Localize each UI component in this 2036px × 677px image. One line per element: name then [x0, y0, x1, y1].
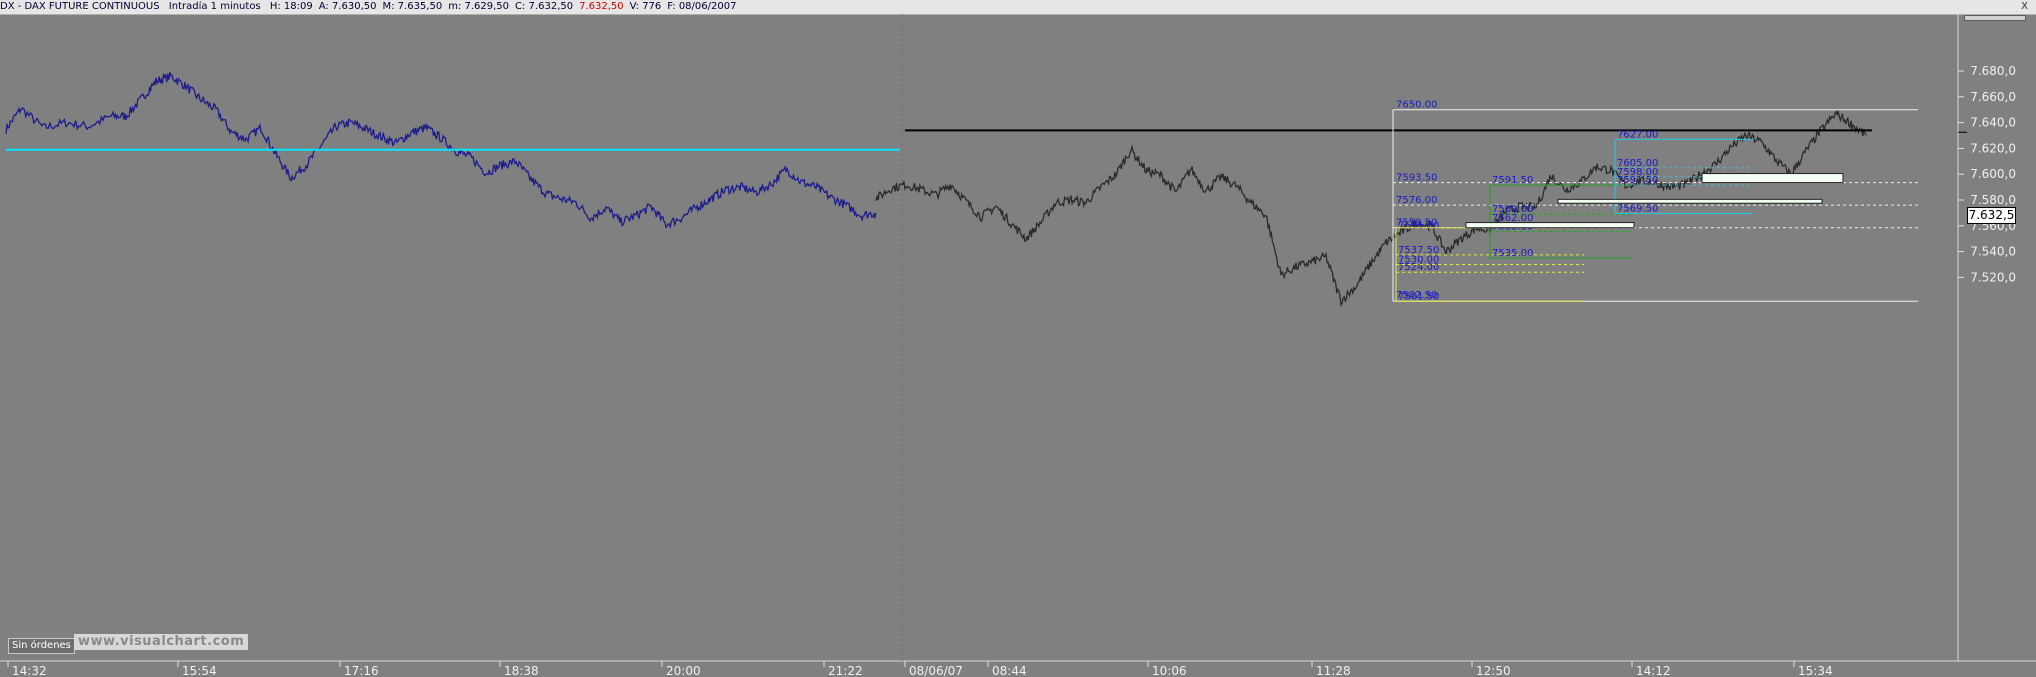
fib-label: 7593.50: [1396, 173, 1437, 184]
x-tick-label: 21:22: [828, 664, 863, 677]
x-tick-label: 10:06: [1152, 664, 1187, 677]
x-tick-label: 15:54: [182, 664, 217, 677]
y-tick-label: 7.540,0: [1970, 245, 2016, 259]
x-tick-label: 14:12: [1636, 664, 1671, 677]
x-tick-label: 17:16: [344, 664, 379, 677]
x-tick-label: 08/06/07: [909, 664, 963, 677]
fib-label: 7524.00: [1398, 262, 1439, 273]
x-tick-label: 12:50: [1476, 664, 1511, 677]
visualchart-watermark[interactable]: www.visualchart.com: [74, 634, 249, 650]
fib-label: 7627.00: [1617, 129, 1658, 140]
fib-label: 7576.00: [1396, 195, 1437, 206]
y-tick-label: 7.640,0: [1970, 116, 2016, 130]
y-tick-label: 7.660,0: [1970, 90, 2016, 104]
zone-rectangle[interactable]: [1557, 198, 1823, 204]
y-tick-label: 7.680,0: [1970, 64, 2016, 78]
x-tick-label: 20:00: [666, 664, 701, 677]
zone-rectangle[interactable]: [1465, 222, 1635, 229]
fib-label: 7501.50: [1398, 291, 1439, 302]
fib-label: 7569.50: [1617, 204, 1658, 215]
fib-label: 7650.00: [1396, 100, 1437, 111]
y-tick-label: 7.580,0: [1970, 193, 2016, 207]
fib-label: 7556.50: [1398, 220, 1439, 231]
orders-status-label[interactable]: Sin órdenes: [8, 638, 75, 654]
y-tick-label: 7.620,0: [1970, 141, 2016, 155]
fib-label: 7591.50: [1617, 175, 1658, 186]
x-tick-label: 18:38: [504, 664, 539, 677]
y-tick-label: 7.520,0: [1970, 270, 2016, 284]
x-tick-label: 08:44: [992, 664, 1027, 677]
fib-label: 7591.50: [1492, 175, 1533, 186]
x-tick-label: 14:32: [12, 664, 47, 677]
x-tick-label: 11:28: [1316, 664, 1351, 677]
fib-label: 7535.00: [1492, 248, 1533, 259]
current-price-tag: 7.632,5: [1967, 207, 2016, 224]
zone-rectangle[interactable]: [1701, 173, 1844, 184]
x-tick-label: 15:34: [1798, 664, 1833, 677]
price-chart[interactable]: 7.680,0 7.660,0 7.640,0 7.620,0 7.600,0 7.580…: [0, 0, 2036, 677]
current-day-price-line: [875, 108, 1867, 308]
y-tick-label: 7.600,0: [1970, 167, 2016, 181]
